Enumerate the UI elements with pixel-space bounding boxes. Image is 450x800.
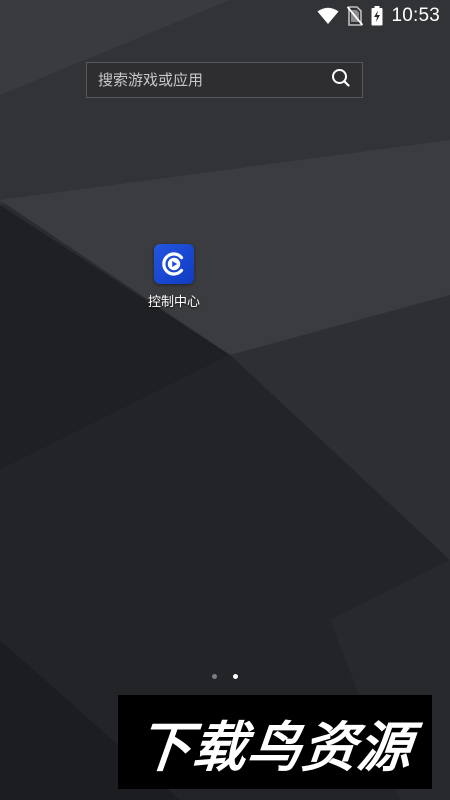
page-dot-1[interactable] — [212, 674, 217, 679]
search-bar[interactable] — [86, 62, 363, 98]
status-clock: 10:53 — [391, 5, 440, 26]
search-icon[interactable] — [330, 67, 352, 93]
watermark: 下载鸟资源 — [118, 695, 432, 789]
battery-charging-icon — [371, 6, 383, 26]
page-dot-2-active[interactable] — [233, 674, 238, 679]
watermark-text: 下载鸟资源 — [133, 715, 416, 779]
search-input[interactable] — [98, 71, 330, 89]
home-screen: 10:53 控制中心 下载鸟资源 — [0, 0, 450, 800]
page-indicator — [0, 674, 450, 679]
app-control-center[interactable]: 控制中心 — [133, 240, 215, 310]
app-label[interactable]: 控制中心 — [133, 291, 215, 310]
wifi-icon — [317, 7, 339, 25]
control-center-icon[interactable] — [154, 244, 194, 284]
wallpaper — [0, 0, 450, 800]
status-bar: 10:53 — [0, 0, 450, 32]
no-sim-icon — [347, 6, 364, 26]
